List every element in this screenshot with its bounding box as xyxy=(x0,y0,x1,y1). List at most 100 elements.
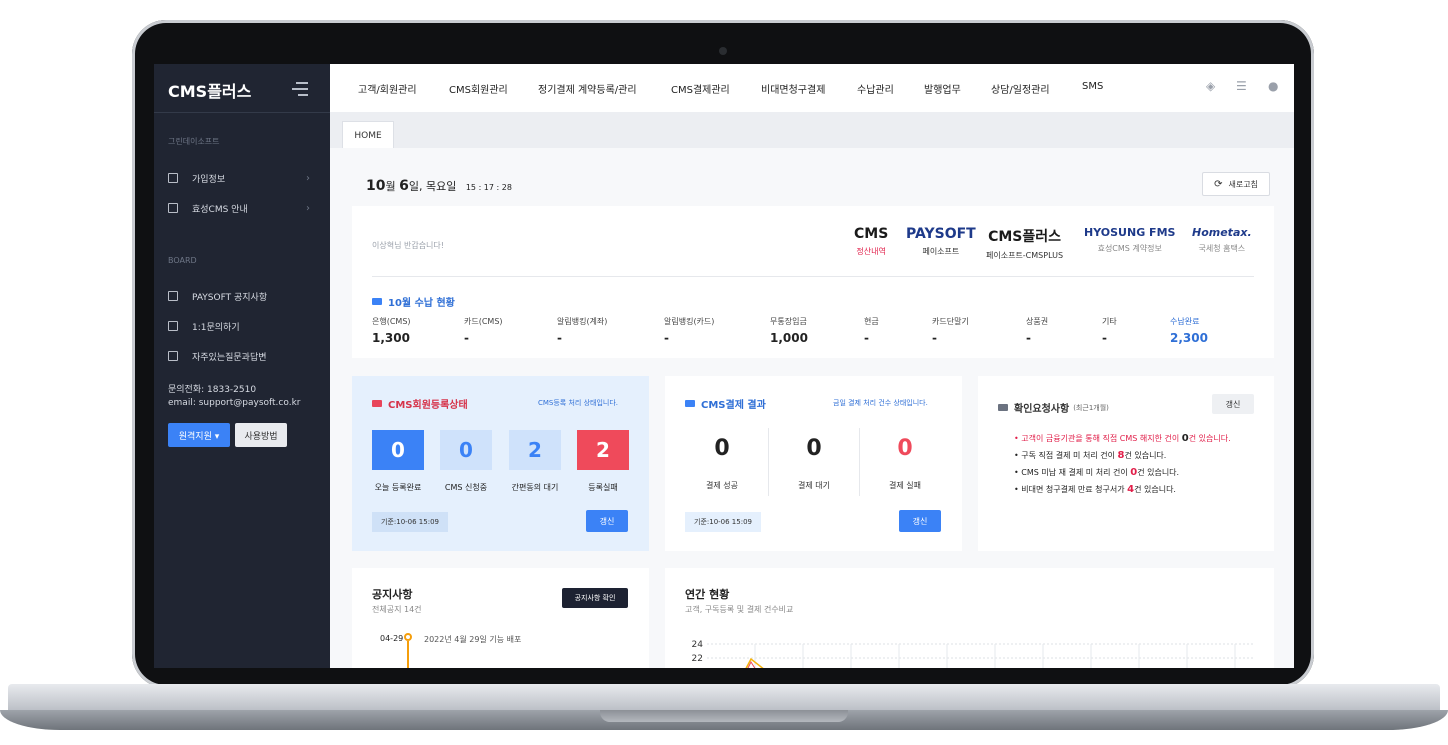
notice-card: 공지사항 전체공지 14건 공지사항 확인 04-29 2022년 4월 29일… xyxy=(352,568,649,668)
eraser-icon[interactable]: ◈ xyxy=(1206,80,1220,92)
contact-email: email: support@paysoft.co.kr xyxy=(168,398,301,408)
refresh-icon: ⟳ xyxy=(1214,178,1223,190)
check-item[interactable]: • CMS 미납 재 결제 미 처리 건이 0건 있습니다. xyxy=(1014,464,1231,481)
cms-result-subtitle: 금일 결제 처리 건수 상태입니다. xyxy=(833,399,928,407)
nav-collection[interactable]: 수납관리 xyxy=(857,81,894,96)
check-list: • 고객이 금융기관을 통해 직접 CMS 해지한 건이 0건 있습니다. • … xyxy=(1014,430,1231,498)
cms-result-refresh-button[interactable]: 갱신 xyxy=(899,510,941,532)
remote-support-button[interactable]: 원격지원 ▾ xyxy=(168,423,230,447)
collection-title: 10월 수납 현황 xyxy=(372,294,455,309)
metric-label: 수납완료 xyxy=(1170,317,1200,326)
tag-icon xyxy=(372,400,382,407)
check-item-text: 건 있습니다. xyxy=(1134,485,1176,494)
check-title-text: 확인요청사항 xyxy=(1014,404,1070,415)
partner-label: 효성CMS 계약정보 xyxy=(1097,244,1162,253)
refresh-button[interactable]: ⟳ 새로고침 xyxy=(1202,172,1270,196)
check-item-text: 구독 직접 결제 미 처리 건이 xyxy=(1021,451,1118,460)
laptop-base xyxy=(0,684,1448,740)
how-to-use-button[interactable]: 사용방법 xyxy=(235,423,287,447)
metric-value: 1,000 xyxy=(770,331,808,345)
registration-refresh-button[interactable]: 갱신 xyxy=(586,510,628,532)
metric-label: 카드(CMS) xyxy=(464,317,503,326)
nav-subscription[interactable]: 정기결제 계약등록/관리 xyxy=(538,81,637,96)
result-pending-count[interactable]: 0 xyxy=(769,436,859,461)
cms-result-title-text: CMS결제 결과 xyxy=(701,400,766,411)
nav-contactless-billing[interactable]: 비대면청구결제 xyxy=(761,81,825,96)
notice-check-button[interactable]: 공지사항 확인 xyxy=(562,588,628,608)
sidebar-item-inquiry[interactable]: 1:1문의하기 xyxy=(168,316,318,336)
partner-paysoft[interactable]: PAYSOFT 페이소프트 xyxy=(906,226,976,257)
check-item-text: CMS 미납 재 결제 미 처리 건이 xyxy=(1021,468,1131,477)
nav-cms-payment[interactable]: CMS결제관리 xyxy=(671,81,730,96)
table-icon[interactable]: ☰ xyxy=(1236,80,1250,92)
nav-issuance[interactable]: 발행업무 xyxy=(924,81,961,96)
timeline-dot-icon xyxy=(404,633,412,641)
tab-home[interactable]: HOME xyxy=(342,121,394,149)
tab-bar: HOME xyxy=(330,112,1294,149)
stat-today-registered[interactable]: 0 xyxy=(372,430,424,470)
metric-value: 1,300 xyxy=(372,331,410,345)
partner-cmsplus[interactable]: CMS플러스 페이소프트-CMSPLUS xyxy=(986,226,1063,261)
welcome-message: 이상혁님 반갑습니다! xyxy=(372,241,444,250)
check-refresh-button[interactable]: 갱신 xyxy=(1212,394,1254,414)
notice-item[interactable]: 2022년 4월 29일 기능 배포 xyxy=(424,634,521,645)
paysoft-logo: PAYSOFT xyxy=(906,226,976,242)
sidebar-item-membership[interactable]: 가입정보 › xyxy=(168,168,318,188)
chevron-right-icon: › xyxy=(306,172,310,184)
metric-gift-card: 상품권 - xyxy=(1026,316,1048,345)
sidebar-divider xyxy=(154,112,330,113)
metric-label: 기타 xyxy=(1102,317,1117,326)
app-screen: CMS플러스 그린데이소프트 가입정보 › 효성CMS 안내 › BOARD P… xyxy=(154,64,1294,668)
partner-cms[interactable]: CMS 정산내역 xyxy=(854,226,888,257)
check-item[interactable]: • 고객이 금융기관을 통해 직접 CMS 해지한 건이 0건 있습니다. xyxy=(1014,430,1231,447)
partner-hometax[interactable]: Hometax. 국세청 홈택스 xyxy=(1192,226,1252,254)
edit-icon xyxy=(168,321,178,331)
sidebar-item-label: PAYSOFT 공지사항 xyxy=(192,292,268,303)
check-item[interactable]: • 구독 직접 결제 미 처리 건이 8건 있습니다. xyxy=(1014,447,1231,464)
sidebar: CMS플러스 그린데이소프트 가입정보 › 효성CMS 안내 › BOARD P… xyxy=(154,64,330,668)
tag-icon xyxy=(998,404,1008,411)
metric-cash: 현금 - xyxy=(864,316,879,345)
menu-toggle-icon[interactable] xyxy=(292,82,308,96)
check-request-card: 확인요청사항 (최근1개월) 갱신 • 고객이 금융기관을 통해 직접 CMS 해… xyxy=(978,376,1274,551)
notice-date: 04-29 xyxy=(380,634,404,643)
check-item[interactable]: • 비대면 청구결제 만료 청구서가 4건 있습니다. xyxy=(1014,481,1231,498)
metric-label: 무통장입금 xyxy=(770,317,807,326)
metric-bank-cms: 은행(CMS) 1,300 xyxy=(372,316,411,345)
metric-etc: 기타 - xyxy=(1102,316,1117,345)
stat-simple-consent-waiting[interactable]: 2 xyxy=(509,430,561,470)
sidebar-item-notice[interactable]: PAYSOFT 공지사항 xyxy=(168,286,318,306)
metric-collected: 수납완료 2,300 xyxy=(1170,316,1208,345)
stat-registration-failed[interactable]: 2 xyxy=(577,430,629,470)
partner-hyosung[interactable]: HYOSUNG FMS 효성CMS 계약정보 xyxy=(1084,226,1175,254)
cmsplus-logo: CMS플러스 xyxy=(988,229,1061,245)
user-icon[interactable]: ● xyxy=(1268,80,1282,92)
nav-consult-schedule[interactable]: 상담/일정관리 xyxy=(991,81,1050,96)
contact-info: 문의전화: 1833-2510 email: support@paysoft.c… xyxy=(168,384,301,410)
date-day-unit: 일, 목요일 xyxy=(408,180,457,193)
app-logo[interactable]: CMS플러스 xyxy=(168,78,251,102)
metric-card-terminal: 카드단말기 - xyxy=(932,316,969,345)
result-success-count[interactable]: 0 xyxy=(677,436,767,461)
nav-sms[interactable]: SMS xyxy=(1082,81,1103,92)
partner-label: 정산내역 xyxy=(856,247,886,256)
tag-icon xyxy=(372,298,382,305)
refresh-label: 새로고침 xyxy=(1228,179,1258,189)
metric-label: 카드단말기 xyxy=(932,317,969,326)
stat-cms-applying[interactable]: 0 xyxy=(440,430,492,470)
nav-cms-member[interactable]: CMS회원관리 xyxy=(449,81,508,96)
metric-value: - xyxy=(1026,331,1031,345)
nav-customer[interactable]: 고객/회원관리 xyxy=(358,81,417,96)
partner-label: 국세청 홈택스 xyxy=(1198,244,1246,253)
summary-card: 이상혁님 반갑습니다! CMS 정산내역 PAYSOFT 페이소프트 CMS플러… xyxy=(352,206,1274,358)
current-date: 10월 6일, 목요일 15 : 17 : 28 xyxy=(366,178,512,194)
date-month-unit: 월 xyxy=(385,180,396,193)
result-failed-count[interactable]: 0 xyxy=(860,436,950,461)
metric-label: 알림뱅킹(계좌) xyxy=(557,317,608,326)
collection-title-text: 10월 수납 현황 xyxy=(388,298,455,309)
sidebar-item-hyosung-cms[interactable]: 효성CMS 안내 › xyxy=(168,198,318,218)
stat-label: 간편동의 대기 xyxy=(511,483,559,492)
sidebar-item-faq[interactable]: 자주있는질문과답변 xyxy=(168,346,318,366)
check-item-text: 비대면 청구결제 만료 청구서가 xyxy=(1021,485,1128,494)
annual-title: 연간 현황 xyxy=(685,588,730,601)
